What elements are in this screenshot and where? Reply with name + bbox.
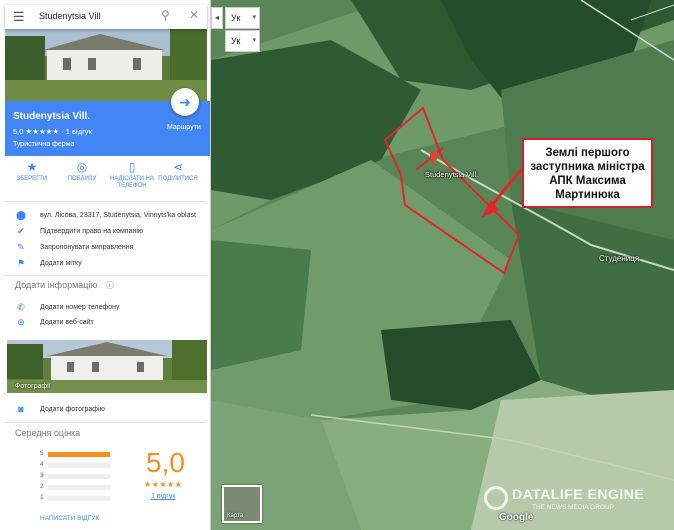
divider — [5, 422, 207, 423]
rating-bar-track — [48, 496, 110, 501]
suggest-edit-row[interactable]: ✎ Запропонувати виправлення — [15, 242, 205, 256]
place-category[interactable]: Туристична ферма — [13, 141, 74, 148]
write-review-button[interactable]: НАПИСАТИ ВІДГУК — [40, 515, 99, 522]
average-stars: ★★★★★ — [144, 480, 183, 489]
rating-bar-label: 3 — [40, 472, 44, 479]
save-button[interactable]: ★ ЗБЕРЕГТИ — [9, 158, 55, 183]
send-to-phone-button[interactable]: ▯ НАДІСЛАТИ НА ТЕЛЕФОН — [109, 158, 155, 190]
send-to-phone-label: НАДІСЛАТИ НА ТЕЛЕФОН — [110, 176, 154, 189]
language-select-top[interactable]: Ук — [225, 7, 260, 29]
review-count-link[interactable]: 1 відгук — [151, 493, 175, 500]
satellite-imagery — [211, 0, 674, 530]
phone-icon: ✆ — [17, 302, 25, 312]
help-icon[interactable]: ⓘ — [106, 281, 114, 290]
watermark-subtitle: THE NEWS MEDIA GROUP — [532, 504, 614, 511]
rating-bar-track — [48, 474, 110, 479]
rating-bar-row: 3 — [40, 472, 130, 481]
reviews-title: Середня оцінка — [15, 428, 81, 438]
claim-business-text: Підтвердити право на компанію — [40, 228, 144, 235]
watermark-title: DATALIFE ENGINE — [512, 486, 645, 502]
rating-bar-label: 2 — [40, 483, 44, 490]
average-score: 5,0 — [146, 447, 185, 478]
collapse-panel-button[interactable]: ◂ — [211, 7, 223, 29]
suggest-edit-text: Запропонувати виправлення — [40, 244, 134, 251]
directions-button[interactable]: ➜ — [171, 88, 199, 116]
close-icon[interactable]: ✕ — [189, 8, 199, 22]
search-icon[interactable]: ⚲ — [161, 8, 170, 22]
divider — [5, 275, 207, 276]
camera-icon: ◙ — [18, 404, 24, 414]
add-photo-row[interactable]: ◙ Додати фотографію — [15, 404, 205, 418]
rating-bar-row: 2 — [40, 483, 130, 492]
search-input[interactable]: Studenytsia Vill — [39, 11, 100, 21]
minimap-label: Карта — [227, 513, 244, 519]
minimap-toggle[interactable]: Карта — [222, 485, 262, 523]
address-text: вул. Лісова, 23317, Studenytsia, Vinnyts… — [40, 212, 196, 219]
globe-icon: ⊕ — [17, 317, 25, 327]
photos-label: Фотографії — [15, 383, 51, 390]
rating-bar-label: 5 — [40, 450, 44, 457]
add-info-title: Додати інформацію ⓘ — [15, 280, 114, 291]
add-info-title-text: Додати інформацію — [15, 280, 98, 290]
rating-bar-track — [48, 463, 110, 468]
send-to-phone-icon: ▯ — [128, 160, 136, 174]
flag-icon: ⚑ — [16, 258, 26, 268]
google-logo: Google — [499, 512, 534, 523]
nearby-icon: ◎ — [76, 160, 88, 174]
directions-label[interactable]: Маршрути — [167, 124, 201, 131]
star-icon: ★ — [26, 160, 38, 174]
verified-icon: ✔ — [17, 226, 25, 236]
add-phone-text: Додати номер телефону — [40, 304, 120, 311]
nearby-label: ПОБЛИЗУ — [67, 176, 97, 182]
village-label: Студениця — [599, 254, 640, 263]
rating-bar-label: 4 — [40, 461, 44, 468]
search-bar[interactable]: ☰ Studenytsia Vill ⚲ ✕ — [5, 5, 207, 29]
language-select-bottom[interactable]: Ук — [225, 30, 260, 52]
place-panel: ☰ Studenytsia Vill ⚲ ✕ Studenytsia Vill.… — [0, 0, 211, 530]
pin-label[interactable]: Studenytsia Vill. — [425, 170, 478, 179]
rating-bar-track — [48, 452, 110, 457]
place-rating[interactable]: 5,0 ★★★★★ · 1 відгук — [13, 127, 92, 136]
rating-bar-track — [48, 485, 110, 490]
rating-bar-row: 5 — [40, 450, 130, 459]
add-label-text: Додати мітку — [40, 260, 82, 267]
add-website-text: Додати веб-сайт — [40, 319, 94, 326]
photos-thumbnail[interactable]: Фотографії — [7, 340, 207, 393]
address-row[interactable]: ⬤ вул. Лісова, 23317, Studenytsia, Vinny… — [15, 210, 205, 224]
claim-business-row[interactable]: ✔ Підтвердити право на компанію — [15, 226, 205, 240]
rating-bar-row: 4 — [40, 461, 130, 470]
location-icon: ⬤ — [15, 210, 27, 220]
share-icon: ⋖ — [172, 160, 184, 174]
nearby-button[interactable]: ◎ ПОБЛИЗУ — [59, 158, 105, 183]
divider — [5, 201, 207, 202]
add-photo-text: Додати фотографію — [40, 406, 105, 413]
add-label-row[interactable]: ⚑ Додати мітку — [15, 258, 205, 272]
rating-bar-row: 1 — [40, 494, 130, 503]
action-bar: ★ ЗБЕРЕГТИ ◎ ПОБЛИЗУ ▯ НАДІСЛАТИ НА ТЕЛЕ… — [5, 158, 207, 198]
rating-bar-fill — [48, 452, 110, 457]
annotation-callout: Землі першого заступника міністра АПК Ма… — [522, 138, 653, 208]
watermark-logo-icon — [484, 486, 508, 510]
place-title: Studenytsia Vill. — [13, 111, 91, 122]
edit-icon: ✎ — [17, 242, 25, 252]
add-phone-row[interactable]: ✆ Додати номер телефону — [15, 302, 205, 316]
menu-icon[interactable]: ☰ — [13, 9, 25, 25]
satellite-map[interactable]: Studenytsia Vill. Студениця Ук Ук Землі … — [211, 0, 674, 530]
share-label: ПОДІЛИТИСЯ — [158, 176, 198, 182]
rating-bar-label: 1 — [40, 494, 44, 501]
directions-icon: ➜ — [179, 94, 191, 110]
save-label: ЗБЕРЕГТИ — [16, 176, 48, 182]
add-website-row[interactable]: ⊕ Додати веб-сайт — [15, 317, 205, 331]
share-button[interactable]: ⋖ ПОДІЛИТИСЯ — [155, 158, 201, 183]
